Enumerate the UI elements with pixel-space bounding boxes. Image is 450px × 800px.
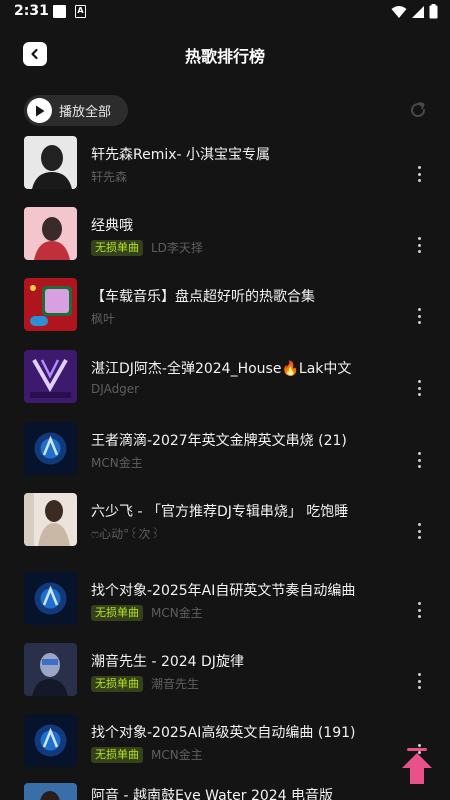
status-time: 2:31	[14, 3, 49, 19]
song-item[interactable]: 经典哦 无损单曲 LD李天择	[0, 207, 450, 263]
more-options-icon[interactable]	[415, 523, 423, 539]
header: 热歌排行榜	[0, 26, 450, 86]
play-icon	[27, 98, 52, 123]
signal-icon	[412, 5, 424, 18]
song-item[interactable]: 轩先森Remix- 小淇宝宝专属 轩先森	[0, 136, 450, 192]
wifi-icon	[391, 5, 407, 18]
song-title: 经典哦	[91, 218, 133, 234]
song-title: 轩先森Remix- 小淇宝宝专属	[91, 147, 271, 163]
song-cover	[24, 422, 77, 475]
song-title: 湛江DJ阿杰-全弹2024_House🔥Lak中文	[91, 361, 352, 377]
song-artist: DJAdger	[91, 382, 140, 396]
song-artist: 潮音先生	[151, 677, 200, 691]
play-all-label: 播放全部	[59, 105, 112, 120]
song-item[interactable]: 湛江DJ阿杰-全弹2024_House🔥Lak中文 DJAdger	[0, 350, 450, 406]
song-title: 找个对象-2025AI高级英文自动编曲 (191)	[91, 725, 356, 741]
status-icons	[391, 4, 438, 19]
lossless-badge: 无损单曲	[91, 675, 143, 692]
font-notification-icon: A	[75, 5, 86, 18]
status-bar: 2:31 A	[0, 0, 450, 26]
song-cover	[24, 207, 77, 260]
song-cover	[24, 278, 77, 331]
more-options-icon[interactable]	[415, 380, 423, 396]
page-title: 热歌排行榜	[184, 47, 265, 66]
lossless-badge: 无损单曲	[91, 239, 143, 256]
more-options-icon[interactable]	[415, 166, 423, 182]
song-artist: MCN金主	[151, 606, 203, 620]
song-cover	[24, 714, 77, 767]
song-artist: MCN金主	[91, 456, 143, 470]
play-all-button[interactable]: 播放全部	[24, 95, 128, 126]
song-item[interactable]: 找个对象-2025年AI自研英文节奏自动编曲 无损单曲 MCN金主	[0, 572, 450, 628]
more-options-icon[interactable]	[415, 308, 423, 324]
song-artist: ෆ心动°꒰次꒱	[91, 527, 160, 541]
song-title: 阿音 - 越南鼓Eye Water 2024 电音版	[91, 788, 334, 800]
song-cover	[24, 643, 77, 696]
song-cover	[24, 350, 77, 403]
song-title: 潮音先生 - 2024 DJ旋律	[91, 654, 244, 670]
more-options-icon[interactable]	[415, 673, 423, 689]
song-title: 六少飞 - 「官方推荐DJ专辑串烧」 吃饱睡	[91, 504, 349, 520]
song-cover	[24, 136, 77, 189]
lossless-badge: 无损单曲	[91, 604, 143, 621]
song-item[interactable]: 六少飞 - 「官方推荐DJ专辑串烧」 吃饱睡 ෆ心动°꒰次꒱	[0, 493, 450, 549]
back-to-top-icon[interactable]	[400, 746, 434, 786]
song-cover	[24, 572, 77, 625]
song-title: 找个对象-2025年AI自研英文节奏自动编曲	[91, 583, 356, 599]
notification-icon	[53, 5, 66, 18]
song-cover	[24, 783, 77, 800]
lossless-badge: 无损单曲	[91, 746, 143, 763]
song-item[interactable]: 王者滴滴-2027年英文金牌英文串烧 (21) MCN金主	[0, 422, 450, 478]
song-artist: 轩先森	[91, 170, 128, 184]
song-artist: 枫叶	[91, 312, 116, 326]
song-artist: LD李天择	[151, 241, 203, 255]
song-item[interactable]: 潮音先生 - 2024 DJ旋律 无损单曲 潮音先生	[0, 643, 450, 699]
more-options-icon[interactable]	[415, 602, 423, 618]
more-options-icon[interactable]	[415, 452, 423, 468]
song-title: 【车载音乐】盘点超好听的热歌合集	[91, 289, 315, 305]
song-cover	[24, 493, 77, 546]
song-item[interactable]: 阿音 - 越南鼓Eye Water 2024 电音版	[0, 783, 450, 800]
song-title: 王者滴滴-2027年英文金牌英文串烧 (21)	[91, 433, 347, 449]
song-artist: MCN金主	[151, 748, 203, 762]
refresh-icon[interactable]	[408, 100, 428, 120]
more-options-icon[interactable]	[415, 237, 423, 253]
battery-icon	[429, 4, 438, 19]
song-item[interactable]: 找个对象-2025AI高级英文自动编曲 (191) 无损单曲 MCN金主	[0, 714, 450, 770]
song-item[interactable]: 【车载音乐】盘点超好听的热歌合集 枫叶	[0, 278, 450, 334]
